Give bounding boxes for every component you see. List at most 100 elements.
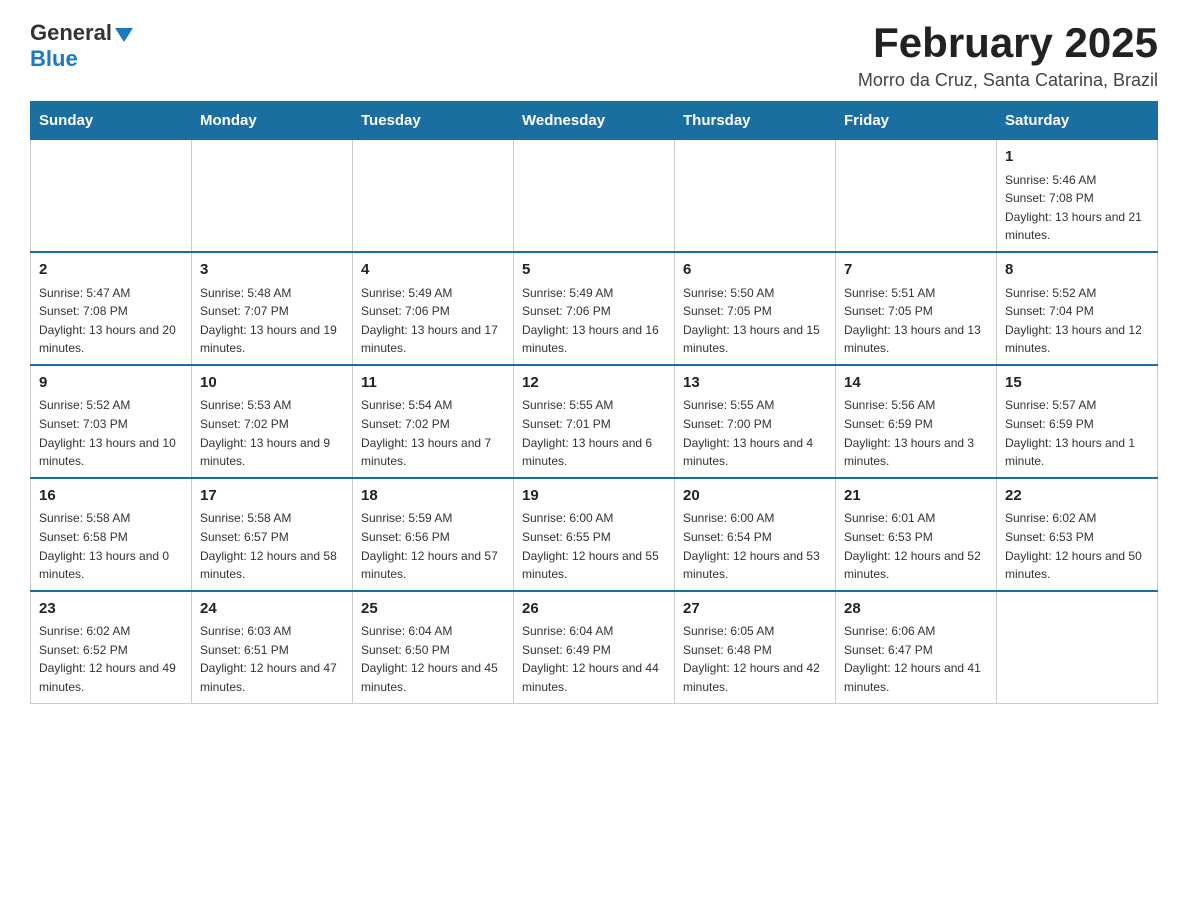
day-number: 6 [683, 259, 827, 282]
day-number: 21 [844, 485, 988, 508]
day-number: 3 [200, 259, 344, 282]
calendar-day-cell: 2Sunrise: 5:47 AM Sunset: 7:08 PM Daylig… [31, 252, 192, 365]
calendar-day-cell [836, 140, 997, 252]
calendar-day-cell: 16Sunrise: 5:58 AM Sunset: 6:58 PM Dayli… [31, 478, 192, 591]
calendar-header-tuesday: Tuesday [353, 102, 514, 140]
day-info: Sunrise: 6:01 AM Sunset: 6:53 PM Dayligh… [844, 509, 988, 583]
calendar-day-cell: 19Sunrise: 6:00 AM Sunset: 6:55 PM Dayli… [514, 478, 675, 591]
day-info: Sunrise: 5:49 AM Sunset: 7:06 PM Dayligh… [522, 284, 666, 358]
day-number: 12 [522, 372, 666, 395]
logo-arrow-icon [115, 28, 133, 42]
day-number: 24 [200, 598, 344, 621]
day-number: 2 [39, 259, 183, 282]
day-number: 18 [361, 485, 505, 508]
calendar-day-cell: 22Sunrise: 6:02 AM Sunset: 6:53 PM Dayli… [997, 478, 1158, 591]
calendar-week-row: 23Sunrise: 6:02 AM Sunset: 6:52 PM Dayli… [31, 591, 1158, 703]
calendar-day-cell: 27Sunrise: 6:05 AM Sunset: 6:48 PM Dayli… [675, 591, 836, 703]
day-number: 28 [844, 598, 988, 621]
day-number: 17 [200, 485, 344, 508]
day-info: Sunrise: 5:50 AM Sunset: 7:05 PM Dayligh… [683, 284, 827, 358]
logo-blue-text: Blue [30, 46, 78, 71]
calendar-day-cell: 20Sunrise: 6:00 AM Sunset: 6:54 PM Dayli… [675, 478, 836, 591]
calendar-day-cell: 24Sunrise: 6:03 AM Sunset: 6:51 PM Dayli… [192, 591, 353, 703]
calendar-day-cell: 28Sunrise: 6:06 AM Sunset: 6:47 PM Dayli… [836, 591, 997, 703]
location-subtitle: Morro da Cruz, Santa Catarina, Brazil [858, 70, 1158, 91]
day-info: Sunrise: 5:57 AM Sunset: 6:59 PM Dayligh… [1005, 396, 1149, 470]
calendar-day-cell [192, 140, 353, 252]
logo: General Blue [30, 20, 133, 72]
calendar-day-cell: 17Sunrise: 5:58 AM Sunset: 6:57 PM Dayli… [192, 478, 353, 591]
day-info: Sunrise: 5:48 AM Sunset: 7:07 PM Dayligh… [200, 284, 344, 358]
day-info: Sunrise: 6:06 AM Sunset: 6:47 PM Dayligh… [844, 622, 988, 696]
calendar-day-cell [675, 140, 836, 252]
calendar-day-cell: 14Sunrise: 5:56 AM Sunset: 6:59 PM Dayli… [836, 365, 997, 478]
day-info: Sunrise: 5:46 AM Sunset: 7:08 PM Dayligh… [1005, 171, 1149, 245]
day-info: Sunrise: 6:04 AM Sunset: 6:50 PM Dayligh… [361, 622, 505, 696]
calendar-day-cell: 25Sunrise: 6:04 AM Sunset: 6:50 PM Dayli… [353, 591, 514, 703]
day-number: 15 [1005, 372, 1149, 395]
day-number: 4 [361, 259, 505, 282]
calendar-week-row: 9Sunrise: 5:52 AM Sunset: 7:03 PM Daylig… [31, 365, 1158, 478]
day-info: Sunrise: 5:52 AM Sunset: 7:03 PM Dayligh… [39, 396, 183, 470]
day-info: Sunrise: 5:58 AM Sunset: 6:58 PM Dayligh… [39, 509, 183, 583]
day-info: Sunrise: 6:02 AM Sunset: 6:52 PM Dayligh… [39, 622, 183, 696]
day-number: 19 [522, 485, 666, 508]
day-number: 23 [39, 598, 183, 621]
calendar-day-cell: 11Sunrise: 5:54 AM Sunset: 7:02 PM Dayli… [353, 365, 514, 478]
day-info: Sunrise: 5:55 AM Sunset: 7:01 PM Dayligh… [522, 396, 666, 470]
calendar-day-cell: 18Sunrise: 5:59 AM Sunset: 6:56 PM Dayli… [353, 478, 514, 591]
day-info: Sunrise: 6:03 AM Sunset: 6:51 PM Dayligh… [200, 622, 344, 696]
day-number: 22 [1005, 485, 1149, 508]
calendar-day-cell: 9Sunrise: 5:52 AM Sunset: 7:03 PM Daylig… [31, 365, 192, 478]
calendar-header-friday: Friday [836, 102, 997, 140]
calendar-day-cell: 7Sunrise: 5:51 AM Sunset: 7:05 PM Daylig… [836, 252, 997, 365]
calendar-header-wednesday: Wednesday [514, 102, 675, 140]
calendar-day-cell [31, 140, 192, 252]
day-number: 5 [522, 259, 666, 282]
day-info: Sunrise: 5:53 AM Sunset: 7:02 PM Dayligh… [200, 396, 344, 470]
day-info: Sunrise: 5:49 AM Sunset: 7:06 PM Dayligh… [361, 284, 505, 358]
calendar-day-cell [353, 140, 514, 252]
day-number: 27 [683, 598, 827, 621]
day-number: 13 [683, 372, 827, 395]
day-number: 1 [1005, 146, 1149, 169]
day-number: 25 [361, 598, 505, 621]
calendar-day-cell: 12Sunrise: 5:55 AM Sunset: 7:01 PM Dayli… [514, 365, 675, 478]
day-info: Sunrise: 6:04 AM Sunset: 6:49 PM Dayligh… [522, 622, 666, 696]
calendar-day-cell: 3Sunrise: 5:48 AM Sunset: 7:07 PM Daylig… [192, 252, 353, 365]
calendar-header-saturday: Saturday [997, 102, 1158, 140]
day-number: 7 [844, 259, 988, 282]
calendar-day-cell: 21Sunrise: 6:01 AM Sunset: 6:53 PM Dayli… [836, 478, 997, 591]
day-info: Sunrise: 6:05 AM Sunset: 6:48 PM Dayligh… [683, 622, 827, 696]
day-info: Sunrise: 6:00 AM Sunset: 6:55 PM Dayligh… [522, 509, 666, 583]
logo-general-text: General [30, 20, 112, 46]
calendar-day-cell: 5Sunrise: 5:49 AM Sunset: 7:06 PM Daylig… [514, 252, 675, 365]
day-number: 16 [39, 485, 183, 508]
calendar-week-row: 1Sunrise: 5:46 AM Sunset: 7:08 PM Daylig… [31, 140, 1158, 252]
calendar-day-cell: 15Sunrise: 5:57 AM Sunset: 6:59 PM Dayli… [997, 365, 1158, 478]
day-number: 11 [361, 372, 505, 395]
calendar-header-thursday: Thursday [675, 102, 836, 140]
calendar-day-cell: 23Sunrise: 6:02 AM Sunset: 6:52 PM Dayli… [31, 591, 192, 703]
calendar-header-sunday: Sunday [31, 102, 192, 140]
day-number: 10 [200, 372, 344, 395]
day-info: Sunrise: 5:56 AM Sunset: 6:59 PM Dayligh… [844, 396, 988, 470]
day-number: 9 [39, 372, 183, 395]
day-info: Sunrise: 6:02 AM Sunset: 6:53 PM Dayligh… [1005, 509, 1149, 583]
day-number: 26 [522, 598, 666, 621]
calendar-day-cell: 1Sunrise: 5:46 AM Sunset: 7:08 PM Daylig… [997, 140, 1158, 252]
day-info: Sunrise: 5:47 AM Sunset: 7:08 PM Dayligh… [39, 284, 183, 358]
month-title: February 2025 [858, 20, 1158, 66]
title-block: February 2025 Morro da Cruz, Santa Catar… [858, 20, 1158, 91]
day-info: Sunrise: 5:51 AM Sunset: 7:05 PM Dayligh… [844, 284, 988, 358]
calendar-week-row: 16Sunrise: 5:58 AM Sunset: 6:58 PM Dayli… [31, 478, 1158, 591]
calendar-day-cell: 10Sunrise: 5:53 AM Sunset: 7:02 PM Dayli… [192, 365, 353, 478]
calendar-day-cell [997, 591, 1158, 703]
day-info: Sunrise: 6:00 AM Sunset: 6:54 PM Dayligh… [683, 509, 827, 583]
day-info: Sunrise: 5:54 AM Sunset: 7:02 PM Dayligh… [361, 396, 505, 470]
day-info: Sunrise: 5:58 AM Sunset: 6:57 PM Dayligh… [200, 509, 344, 583]
page-header: General Blue February 2025 Morro da Cruz… [30, 20, 1158, 91]
calendar-header-monday: Monday [192, 102, 353, 140]
calendar-day-cell: 6Sunrise: 5:50 AM Sunset: 7:05 PM Daylig… [675, 252, 836, 365]
day-info: Sunrise: 5:59 AM Sunset: 6:56 PM Dayligh… [361, 509, 505, 583]
